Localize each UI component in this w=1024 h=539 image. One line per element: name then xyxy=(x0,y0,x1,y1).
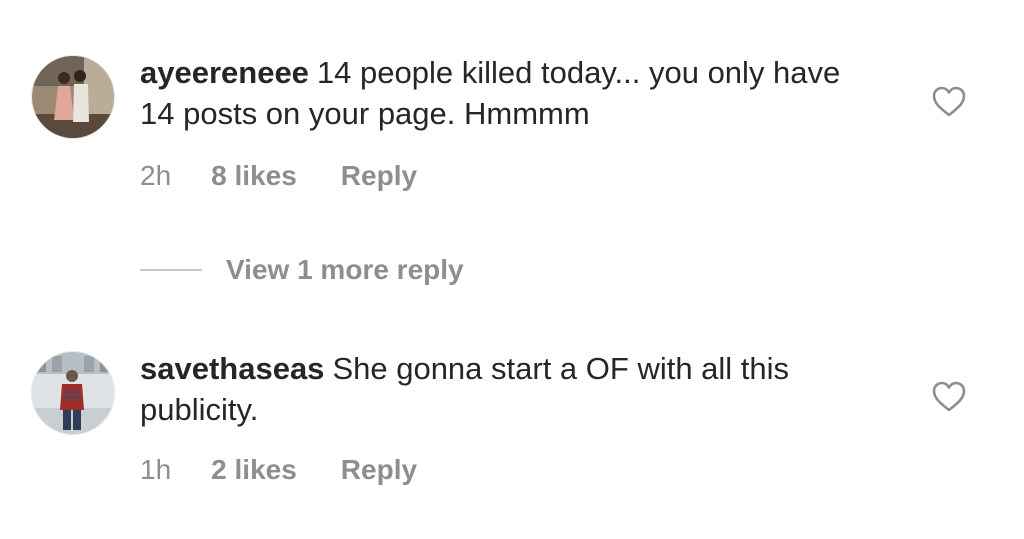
avatar[interactable] xyxy=(32,352,114,434)
comment-text-block: ayeereneee 14 people killed today... you … xyxy=(140,52,880,134)
comment-text-block: savethaseas She gonna start a OF with all… xyxy=(140,348,880,430)
username[interactable]: savethaseas xyxy=(140,351,324,386)
view-more-replies-label: View 1 more reply xyxy=(226,254,464,285)
view-more-replies-button[interactable]: View 1 more reply xyxy=(140,254,464,286)
comment-time: 2h xyxy=(140,160,172,191)
reply-button[interactable]: Reply xyxy=(341,454,417,486)
heart-icon[interactable] xyxy=(932,86,966,118)
likes-count[interactable]: 2 likes xyxy=(211,454,297,486)
replies-divider-line xyxy=(140,269,202,271)
likes-count[interactable]: 8 likes xyxy=(211,160,297,192)
avatar[interactable] xyxy=(32,56,114,138)
comment-meta: 2h 8 likes Reply xyxy=(140,160,461,192)
comment-time: 1h xyxy=(140,454,172,485)
profile-photo xyxy=(32,352,114,434)
username[interactable]: ayeereneee xyxy=(140,55,309,90)
reply-button[interactable]: Reply xyxy=(341,160,417,192)
comment-meta: 1h 2 likes Reply xyxy=(140,454,461,486)
profile-photo xyxy=(32,56,114,138)
heart-icon[interactable] xyxy=(932,381,966,413)
